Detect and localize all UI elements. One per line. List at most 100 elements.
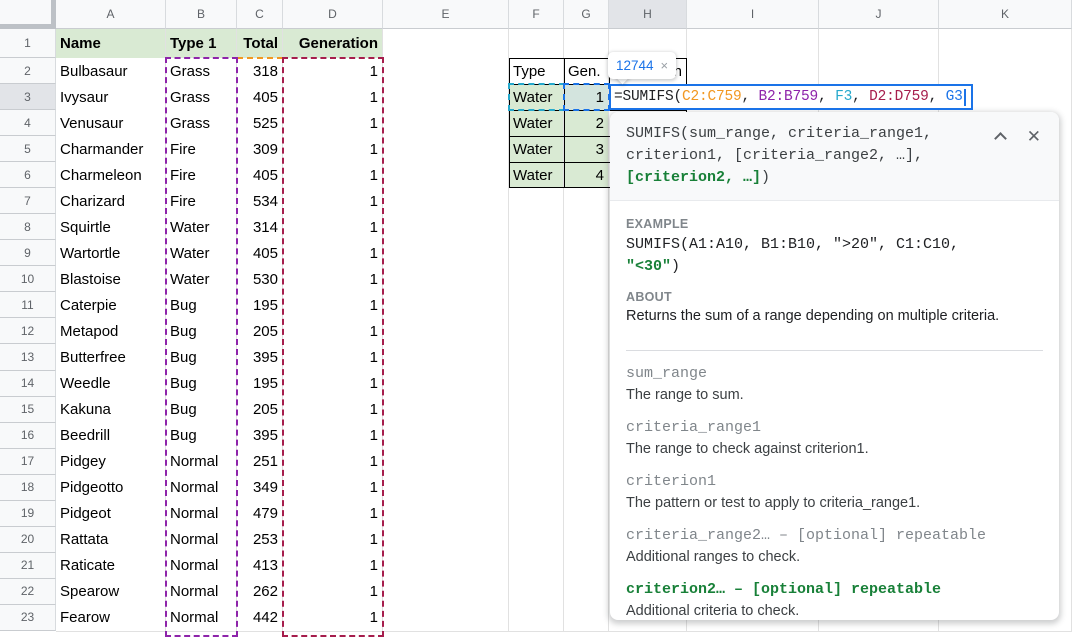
row-header-7[interactable]: 7 — [0, 188, 56, 214]
cell-F2[interactable]: Type — [509, 58, 564, 85]
formula-input[interactable]: =SUMIFS(C2:C759, B2:B759, F3, D2:D759, G… — [609, 84, 973, 110]
cell-E5[interactable] — [383, 136, 509, 163]
close-icon[interactable]: ✕ — [1027, 128, 1041, 145]
cell-G11[interactable] — [564, 292, 609, 319]
cell-B23[interactable]: Normal — [166, 605, 237, 632]
cell-C22[interactable]: 262 — [237, 579, 283, 606]
column-header-F[interactable]: F — [509, 0, 564, 29]
cell-F15[interactable] — [509, 397, 564, 424]
row-header-19[interactable]: 19 — [0, 501, 56, 527]
cell-B5[interactable]: Fire — [166, 136, 237, 163]
cell-D23[interactable]: 1 — [283, 605, 383, 632]
cell-G3[interactable]: 1 — [564, 84, 609, 111]
cell-B4[interactable]: Grass — [166, 110, 237, 137]
cell-E10[interactable] — [383, 266, 509, 293]
cell-F17[interactable] — [509, 449, 564, 476]
cell-B8[interactable]: Water — [166, 214, 237, 241]
cell-B13[interactable]: Bug — [166, 344, 237, 371]
cell-D9[interactable]: 1 — [283, 240, 383, 267]
row-header-20[interactable]: 20 — [0, 527, 56, 553]
cell-I2[interactable] — [687, 58, 819, 85]
cell-G14[interactable] — [564, 371, 609, 398]
cell-B19[interactable]: Normal — [166, 501, 237, 528]
cell-F18[interactable] — [509, 475, 564, 502]
cell-F8[interactable] — [509, 214, 564, 241]
column-header-A[interactable]: A — [56, 0, 166, 29]
row-header-6[interactable]: 6 — [0, 162, 56, 188]
row-header-18[interactable]: 18 — [0, 475, 56, 501]
cell-G21[interactable] — [564, 553, 609, 580]
cell-D5[interactable]: 1 — [283, 136, 383, 163]
row-header-9[interactable]: 9 — [0, 240, 56, 266]
cell-A11[interactable]: Caterpie — [56, 292, 166, 319]
cell-F10[interactable] — [509, 266, 564, 293]
cell-D7[interactable]: 1 — [283, 188, 383, 215]
cell-E1[interactable] — [383, 29, 509, 59]
tooltip-dismiss-icon[interactable]: × — [661, 58, 669, 73]
cell-B10[interactable]: Water — [166, 266, 237, 293]
row-header-15[interactable]: 15 — [0, 397, 56, 423]
cell-A13[interactable]: Butterfree — [56, 344, 166, 371]
cell-F7[interactable] — [509, 188, 564, 215]
column-header-J[interactable]: J — [819, 0, 939, 29]
cell-C21[interactable]: 413 — [237, 553, 283, 580]
cell-G5[interactable]: 3 — [564, 136, 609, 163]
cell-J1[interactable] — [819, 29, 939, 59]
row-header-23[interactable]: 23 — [0, 605, 56, 631]
cell-D12[interactable]: 1 — [283, 318, 383, 345]
cell-A19[interactable]: Pidgeot — [56, 501, 166, 528]
cell-D17[interactable]: 1 — [283, 449, 383, 476]
row-header-1[interactable]: 1 — [0, 29, 56, 58]
column-header-E[interactable]: E — [383, 0, 509, 29]
cell-G7[interactable] — [564, 188, 609, 215]
cell-E3[interactable] — [383, 84, 509, 111]
cell-A3[interactable]: Ivysaur — [56, 84, 166, 111]
cell-G6[interactable]: 4 — [564, 162, 609, 189]
cell-E4[interactable] — [383, 110, 509, 137]
cell-D21[interactable]: 1 — [283, 553, 383, 580]
cell-C13[interactable]: 395 — [237, 344, 283, 371]
cell-K2[interactable] — [939, 58, 1072, 85]
cell-C14[interactable]: 195 — [237, 371, 283, 398]
cell-C20[interactable]: 253 — [237, 527, 283, 554]
cell-D11[interactable]: 1 — [283, 292, 383, 319]
cell-C3[interactable]: 405 — [237, 84, 283, 111]
cell-D20[interactable]: 1 — [283, 527, 383, 554]
cell-I1[interactable] — [687, 29, 819, 59]
cell-A21[interactable]: Raticate — [56, 553, 166, 580]
cell-F5[interactable]: Water — [509, 136, 564, 163]
cell-B6[interactable]: Fire — [166, 162, 237, 189]
cell-C18[interactable]: 349 — [237, 475, 283, 502]
cell-B2[interactable]: Grass — [166, 58, 237, 85]
cell-D10[interactable]: 1 — [283, 266, 383, 293]
cell-A15[interactable]: Kakuna — [56, 397, 166, 424]
cell-B12[interactable]: Bug — [166, 318, 237, 345]
row-header-13[interactable]: 13 — [0, 344, 56, 370]
cell-E20[interactable] — [383, 527, 509, 554]
cell-G20[interactable] — [564, 527, 609, 554]
cell-C19[interactable]: 479 — [237, 501, 283, 528]
cell-C9[interactable]: 405 — [237, 240, 283, 267]
cell-B17[interactable]: Normal — [166, 449, 237, 476]
cell-E16[interactable] — [383, 423, 509, 450]
cell-E9[interactable] — [383, 240, 509, 267]
cell-A1[interactable]: Name — [56, 29, 166, 59]
cell-A18[interactable]: Pidgeotto — [56, 475, 166, 502]
cell-D2[interactable]: 1 — [283, 58, 383, 85]
row-header-3[interactable]: 3 — [0, 84, 56, 110]
cell-B11[interactable]: Bug — [166, 292, 237, 319]
cell-E18[interactable] — [383, 475, 509, 502]
cell-C1[interactable]: Total — [237, 29, 283, 59]
cell-C12[interactable]: 205 — [237, 318, 283, 345]
cell-C7[interactable]: 534 — [237, 188, 283, 215]
cell-D3[interactable]: 1 — [283, 84, 383, 111]
cell-C5[interactable]: 309 — [237, 136, 283, 163]
cell-C23[interactable]: 442 — [237, 605, 283, 632]
cell-D16[interactable]: 1 — [283, 423, 383, 450]
cell-B22[interactable]: Normal — [166, 579, 237, 606]
cell-F6[interactable]: Water — [509, 162, 564, 189]
cell-A14[interactable]: Weedle — [56, 371, 166, 398]
cell-C11[interactable]: 195 — [237, 292, 283, 319]
cell-A5[interactable]: Charmander — [56, 136, 166, 163]
cell-B3[interactable]: Grass — [166, 84, 237, 111]
